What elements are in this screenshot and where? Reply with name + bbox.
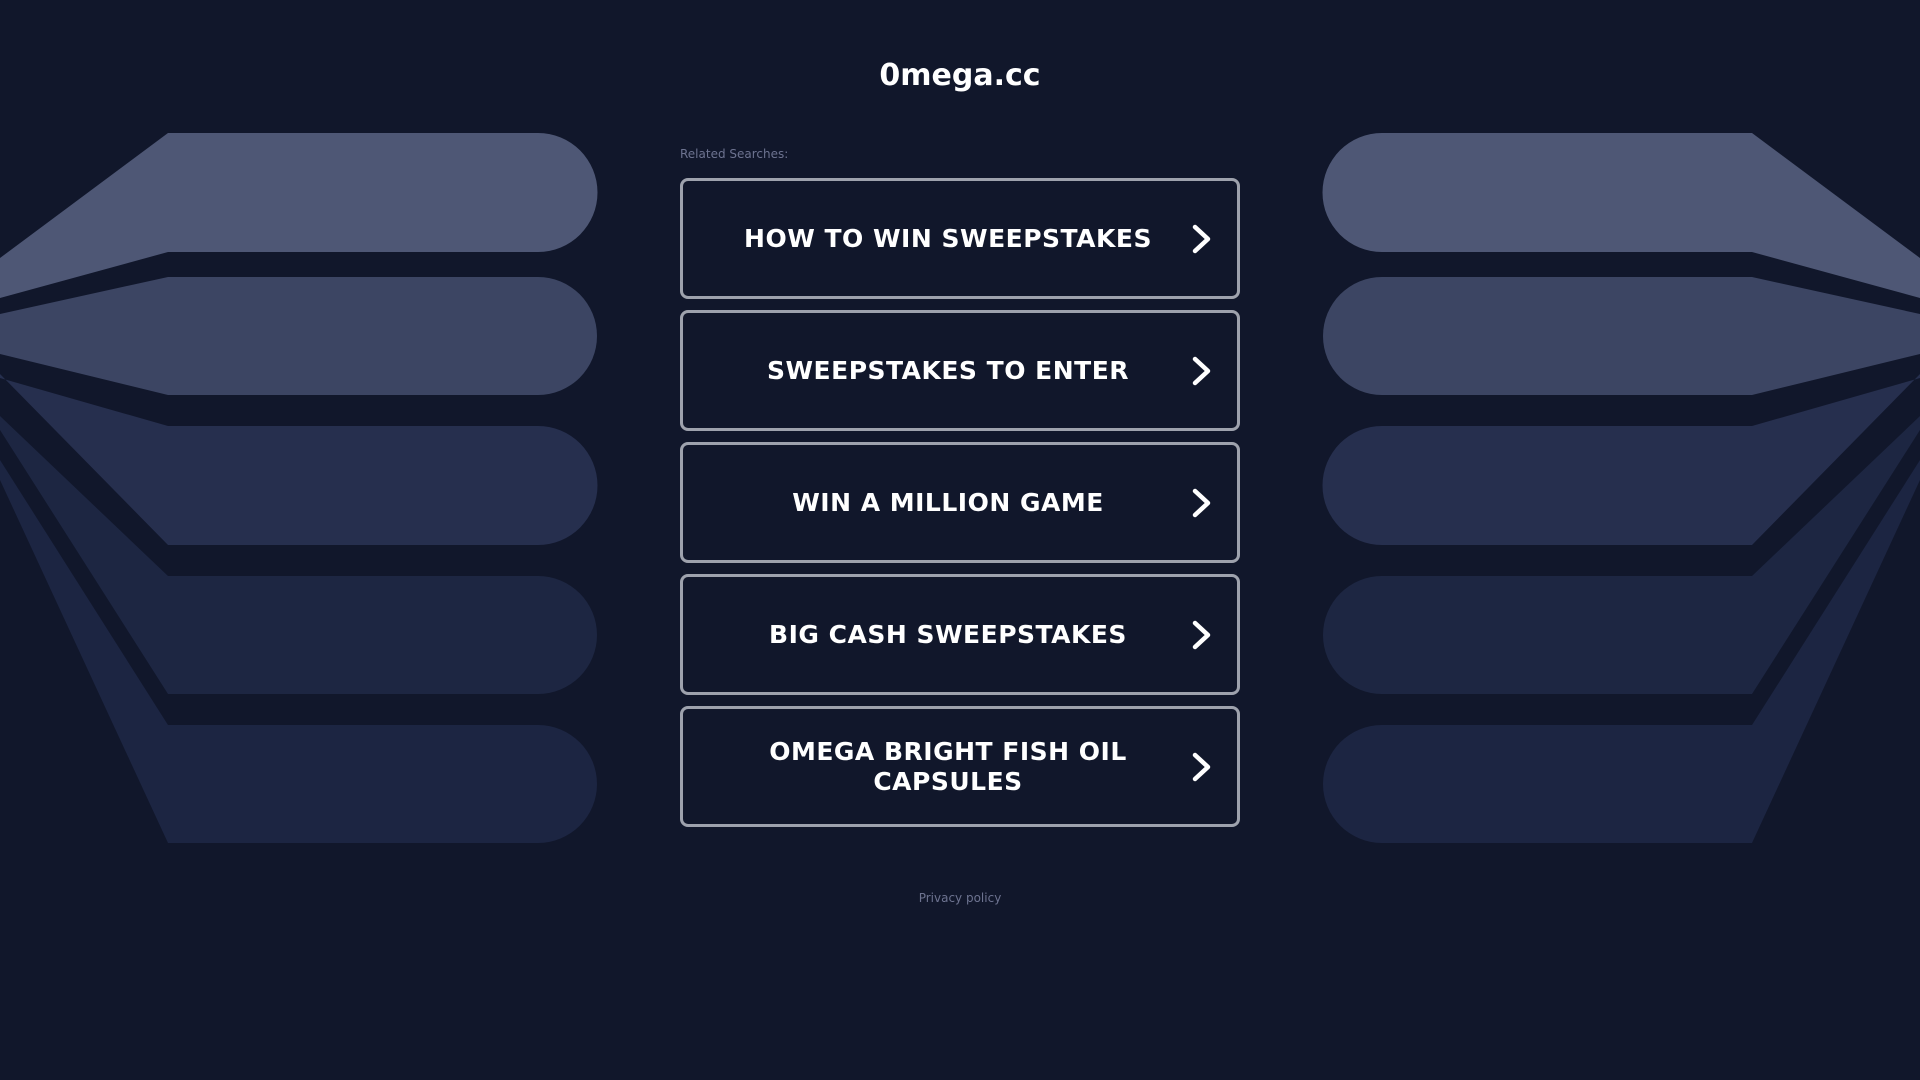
chevron-right-icon (1192, 620, 1211, 649)
left-decor-shape-2 (0, 277, 597, 395)
related-link-label: SWEEPSTAKES TO ENTER (766, 355, 1130, 385)
right-decor-shape-2 (1323, 277, 1920, 395)
related-link-label: OMEGA BRIGHT FISH OIL CAPSULES (769, 736, 1127, 796)
related-link-button[interactable]: WIN A MILLION GAME (680, 442, 1240, 563)
related-link-label: HOW TO WIN SWEEPSTAKES (744, 223, 1152, 253)
related-links-list: HOW TO WIN SWEEPSTAKES SWEEPSTAKES TO EN… (680, 178, 1240, 838)
related-link-label: WIN A MILLION GAME (792, 487, 1104, 517)
related-link-button[interactable]: OMEGA BRIGHT FISH OIL CAPSULES (680, 706, 1240, 827)
chevron-right-icon (1192, 752, 1211, 781)
privacy-policy-link[interactable]: Privacy policy (0, 890, 1920, 906)
chevron-right-icon (1192, 356, 1211, 385)
related-link-button[interactable]: BIG CASH SWEEPSTAKES (680, 574, 1240, 695)
left-decor-shape-1 (0, 133, 598, 298)
related-link-button[interactable]: SWEEPSTAKES TO ENTER (680, 310, 1240, 431)
chevron-right-icon (1192, 224, 1211, 253)
related-link-label: BIG CASH SWEEPSTAKES (769, 619, 1127, 649)
related-link-button[interactable]: HOW TO WIN SWEEPSTAKES (680, 178, 1240, 299)
domain-title: 0mega.cc (879, 58, 1041, 93)
chevron-right-icon (1192, 488, 1211, 517)
right-decor-shape-1 (1322, 133, 1920, 298)
related-searches-label: Related Searches: (680, 147, 789, 161)
